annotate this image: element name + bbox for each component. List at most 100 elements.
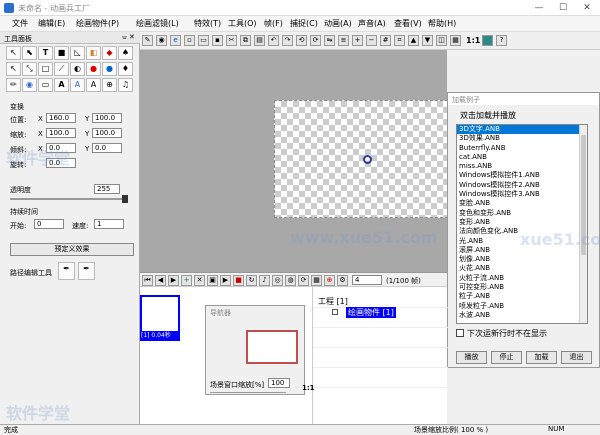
scale-x-input[interactable]: 100.0 (46, 128, 76, 138)
stop-icon[interactable]: ■ (233, 275, 244, 286)
scene-canvas[interactable] (274, 100, 448, 218)
fit-icon[interactable]: ◫ (436, 35, 447, 46)
list-item[interactable]: cat.ANB (457, 153, 587, 162)
menu-frame[interactable]: 帧(F) (264, 18, 283, 29)
add-frame-icon[interactable]: + (181, 275, 192, 286)
list-item[interactable]: 火粒子流.ANB (457, 274, 587, 283)
node-select-icon[interactable]: ⬉ (22, 46, 37, 60)
layer-up-icon[interactable]: ▲ (408, 35, 419, 46)
bucket-tool-icon[interactable]: ◆ (102, 46, 117, 60)
list-item[interactable]: Windows模拟控件1.ANB (457, 171, 587, 180)
pen-icon[interactable]: ✎ (142, 35, 153, 46)
list-item[interactable]: 喷发粒子.ANB (457, 302, 587, 311)
exit-button[interactable]: 退出 (561, 351, 592, 364)
position-y-input[interactable]: 100.0 (92, 113, 122, 123)
water-drop-icon[interactable]: ● (102, 62, 117, 76)
new-file-icon[interactable]: ▫ (184, 35, 195, 46)
opacity-input[interactable]: 255 (94, 184, 120, 194)
menu-tools[interactable]: 工具(O) (228, 18, 257, 29)
first-frame-icon[interactable]: ⏮ (142, 275, 153, 286)
stop-button[interactable]: 停止 (491, 351, 522, 364)
polygon-tool-icon[interactable]: ◺ (70, 46, 85, 60)
speed-input[interactable]: 1 (94, 219, 124, 229)
center-handle-icon[interactable] (363, 155, 372, 164)
close-icon[interactable]: ✕ (576, 0, 598, 16)
fx-text-icon[interactable]: A (86, 78, 101, 92)
refresh-icon[interactable]: ⟳ (298, 275, 309, 286)
text-tool-icon[interactable]: T (38, 46, 53, 60)
navigator-zoom-input[interactable]: 100 (268, 378, 290, 388)
project-node[interactable]: 工程 [1] (318, 296, 348, 307)
square-tool-icon[interactable]: □ (38, 62, 53, 76)
rotate-right-icon[interactable]: ⟳ (310, 35, 321, 46)
skew-y-input[interactable]: 0.0 (92, 143, 122, 153)
list-item[interactable]: 水波.ANB (457, 311, 587, 320)
opacity-slider[interactable] (10, 198, 128, 200)
list-item[interactable]: 变色和变形.ANB (457, 209, 587, 218)
crop-icon[interactable]: ⌗ (394, 35, 405, 46)
list-item[interactable]: 变形.ANB (457, 218, 587, 227)
next-frame-icon[interactable]: ▶ (168, 275, 179, 286)
dont-show-checkbox[interactable] (456, 329, 464, 337)
prev-frame-icon[interactable]: ◀ (155, 275, 166, 286)
path-pen-icon[interactable]: ✒ (58, 262, 75, 280)
panel-pin-icon[interactable]: ᚚ ✕ (122, 33, 135, 41)
cut-icon[interactable]: ✂ (226, 35, 237, 46)
rect-tool-icon[interactable]: ■ (54, 46, 69, 60)
flip-icon[interactable]: ⇋ (324, 35, 335, 46)
open-folder-icon[interactable]: ▭ (198, 35, 209, 46)
fill-tool-icon[interactable]: ◧ (86, 46, 101, 60)
frame-edit-icon[interactable]: ▣ (207, 275, 218, 286)
music-icon[interactable]: ♫ (118, 78, 133, 92)
menu-view[interactable]: 查看(V) (394, 18, 422, 29)
list-item[interactable]: 粒子.ANB (457, 292, 587, 301)
grid-icon[interactable]: # (380, 35, 391, 46)
settings-icon[interactable]: ⚙ (337, 275, 348, 286)
start-input[interactable]: 0 (34, 219, 64, 229)
preview-icon[interactable] (482, 35, 493, 46)
paint-object-node[interactable]: 绘画物件 [1] (346, 307, 396, 318)
list-item[interactable]: 变脸.ANB (457, 199, 587, 208)
undo-icon[interactable]: ↶ (268, 35, 279, 46)
text-effect-icon[interactable]: A (54, 78, 69, 92)
sound-icon[interactable]: ♪ (259, 275, 270, 286)
align-icon[interactable]: ≡ (338, 35, 349, 46)
delete-frame-icon[interactable]: ✕ (194, 275, 205, 286)
box-tool-icon[interactable]: ▭ (38, 78, 53, 92)
minimize-icon[interactable]: — (528, 0, 550, 16)
paste-icon[interactable]: ▤ (254, 35, 265, 46)
transform-tool-icon[interactable]: ⤡ (22, 62, 37, 76)
opacity-slider-thumb[interactable] (122, 195, 128, 203)
navigator-zoom-slider[interactable] (210, 392, 286, 393)
onion-icon[interactable]: ◎ (272, 275, 283, 286)
rotate-left-icon[interactable]: ⟲ (296, 35, 307, 46)
scale-y-input[interactable]: 100.0 (92, 128, 122, 138)
load-button[interactable]: 加载 (526, 351, 557, 364)
list-item[interactable]: 3D文字.ANB (457, 125, 587, 135)
pencil-tool-icon[interactable]: ✏ (6, 78, 21, 92)
layer-down-icon[interactable]: ▼ (422, 35, 433, 46)
ie-icon[interactable]: e (170, 35, 181, 46)
menu-capture[interactable]: 捕捉(C) (290, 18, 318, 29)
globe-tool-icon[interactable]: ◉ (22, 78, 37, 92)
menu-file[interactable]: 文件 (12, 18, 28, 29)
list-item[interactable]: Windows模拟控件3.ANB (457, 190, 587, 199)
select-tool-icon[interactable]: ↖ (6, 46, 21, 60)
text-3d-icon[interactable]: A (70, 78, 85, 92)
path-add-icon[interactable]: ✒ (78, 262, 95, 280)
position-x-input[interactable]: 160.0 (46, 113, 76, 123)
question-icon[interactable]: ? (496, 35, 507, 46)
menu-effects[interactable]: 特效(T) (194, 18, 221, 29)
gradient-tool-icon[interactable]: ◐ (70, 62, 85, 76)
zoom-ratio[interactable]: 1:1 (466, 36, 480, 45)
list-scrollbar[interactable] (579, 125, 587, 323)
list-item[interactable]: 3D效果.ANB (457, 134, 587, 143)
navigator-viewport[interactable] (246, 330, 298, 364)
menu-edit[interactable]: 编辑(E) (38, 18, 65, 29)
list-item[interactable]: Buterrfly.ANB (457, 144, 587, 153)
redo-icon[interactable]: ↷ (282, 35, 293, 46)
palette-icon[interactable]: ▦ (311, 275, 322, 286)
loop-icon[interactable]: ↻ (246, 275, 257, 286)
navigator-ratio[interactable]: 1:1 (302, 384, 315, 392)
zoom-out-icon[interactable]: − (366, 35, 377, 46)
